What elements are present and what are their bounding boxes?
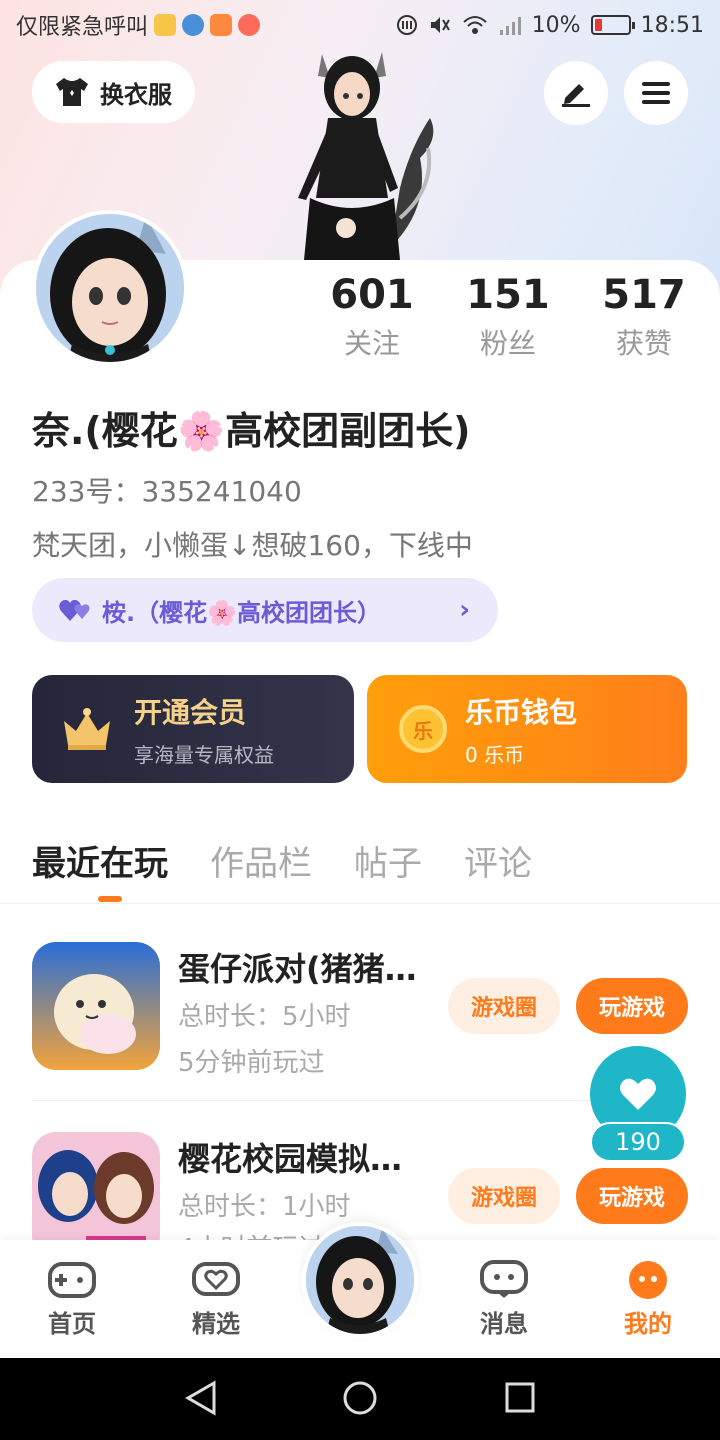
nav-label: 我的 [624,1310,672,1338]
play-game-button[interactable]: 玩游戏 [576,978,688,1034]
vip-subtitle: 享海量专属权益 [134,742,274,767]
message-icon [480,1260,528,1298]
notification-app-icon [182,14,205,36]
system-nav-bar [0,1358,720,1440]
nav-me[interactable]: 我的 [603,1260,693,1339]
nav-center-avatar[interactable] [302,1222,418,1338]
signal-icon [499,17,521,35]
play-game-button[interactable]: 玩游戏 [576,1168,688,1224]
hamburger-icon [642,82,670,104]
wallet-card[interactable]: 乐 乐币钱包 0 乐币 [367,675,687,783]
game-last-played: 4小时前玩过 [178,1228,325,1240]
user-bio: 梵天团，小懒蛋↓想破160，下线中 [32,529,473,562]
divider [0,903,720,904]
nav-home[interactable]: 首页 [27,1260,117,1339]
avatar-image [306,1226,414,1334]
pen-icon [562,84,590,107]
coin-icon: 乐 [399,705,447,753]
user-name: 奈.(樱花🌸高校团副团长) [32,409,471,453]
game-circle-button[interactable]: 游戏圈 [448,978,560,1034]
character-illustration [298,52,434,260]
content-tabs: 最近在玩 作品栏 帖子 评论 [32,836,532,902]
carrier-text: 仅限紧急呼叫 [16,15,149,40]
gamepad-icon [48,1262,96,1298]
nav-label: 首页 [48,1310,96,1338]
game-circle-button[interactable]: 游戏圈 [448,1168,560,1224]
tshirt-icon [56,78,88,106]
edit-profile-button[interactable] [544,61,608,125]
user-id-label: 233号： [32,475,142,508]
chevron-right-icon: › [459,595,470,625]
user-avatar[interactable] [32,210,188,366]
heart-chat-icon [192,1262,240,1296]
team-tag-label: 桉.（樱花🌸高校团团长） [102,598,381,627]
heart-icon [620,1078,656,1110]
nav-label: 精选 [192,1310,240,1338]
notification-app-icon [238,14,261,36]
notification-app-icon [154,14,177,36]
wardrobe-button[interactable]: 换衣服 [32,61,195,123]
wallet-balance: 0 乐币 [465,742,525,767]
user-id-value: 335241040 [141,475,302,508]
like-count: 190 [590,1122,686,1162]
nfc-icon [396,15,417,35]
user-id: 233号：335241040 [32,470,302,510]
tab-recently-played[interactable]: 最近在玩 [32,836,168,902]
stat-fans[interactable]: 151 粉丝 [440,272,576,362]
profile-icon [629,1261,667,1299]
wifi-icon [463,16,487,34]
game-last-played: 5分钟前玩过 [178,1048,325,1078]
game-icon [32,942,160,1070]
game-list-item[interactable]: 蛋仔派对(猪猪… 总时长：5小时 5分钟前玩过 游戏圈 玩游戏 [32,942,688,1078]
battery-percent: 10% [531,12,581,38]
stat-likes[interactable]: 517 获赞 [576,272,712,362]
tab-posts[interactable]: 帖子 [354,836,422,885]
wallet-title: 乐币钱包 [465,695,578,729]
menu-button[interactable] [624,61,688,125]
stat-number: 601 [330,272,414,318]
crown-icon [64,708,110,750]
vip-title: 开通会员 [134,695,247,729]
stat-label: 关注 [343,327,400,360]
stat-label: 获赞 [615,327,672,360]
vip-card[interactable]: 开通会员 享海量专属权益 [32,675,354,783]
back-icon[interactable] [184,1380,218,1416]
team-tag[interactable]: 桉.（樱花🌸高校团团长） › [32,578,498,642]
tab-works[interactable]: 作品栏 [210,836,312,885]
tab-comments[interactable]: 评论 [464,836,532,885]
nav-messages[interactable]: 消息 [459,1260,549,1339]
game-title: 蛋仔派对(猪猪… [178,950,417,988]
game-title: 樱花校园模拟… [178,1140,403,1178]
double-heart-icon [59,599,90,621]
stat-number: 151 [466,272,550,318]
status-bar: 仅限紧急呼叫 10% 18:51 [0,0,720,50]
stat-label: 粉丝 [479,327,536,360]
game-duration: 总时长：5小时 [178,1002,351,1032]
clock: 18:51 [640,12,704,38]
stat-following[interactable]: 601 关注 [304,272,440,362]
nav-featured[interactable]: 精选 [171,1260,261,1339]
nav-label: 消息 [480,1310,528,1338]
home-icon[interactable] [342,1380,378,1416]
stat-number: 517 [602,272,686,318]
coin-glyph: 乐 [413,718,433,743]
game-duration: 总时长：1小时 [178,1192,351,1222]
battery-icon [590,15,635,35]
notification-app-icon [210,14,233,36]
mute-icon [430,17,450,33]
recents-icon[interactable] [504,1380,536,1416]
wardrobe-label: 换衣服 [100,80,172,109]
